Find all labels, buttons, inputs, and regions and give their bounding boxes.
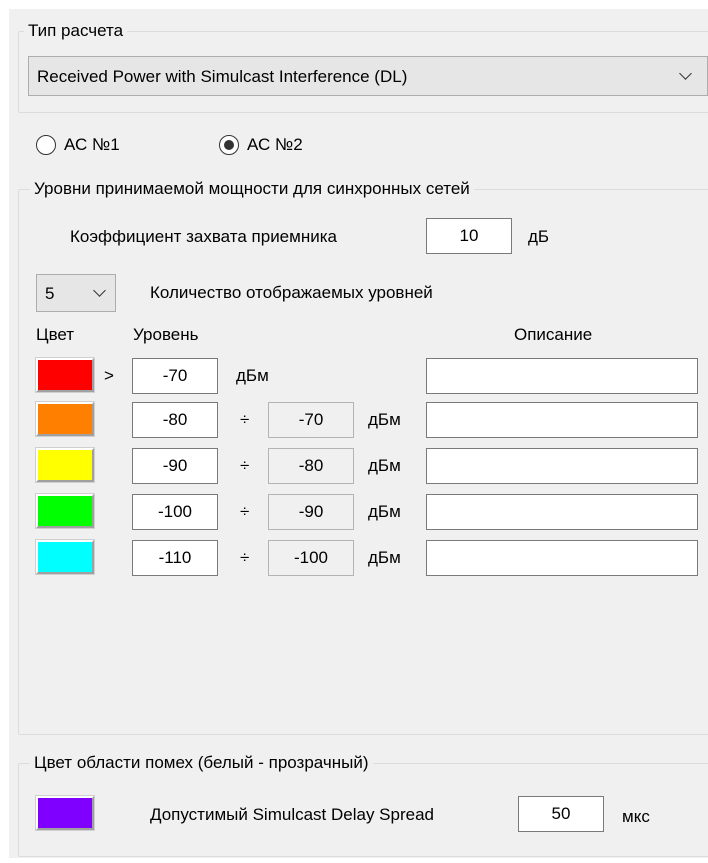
level-count-select[interactable]: 5 [36,274,116,312]
calculation-panel: Тип расчета Received Power with Simulcas… [0,0,708,863]
calc-type-select[interactable]: Received Power with Simulcast Interferen… [28,56,708,96]
level-low-input[interactable]: -90 [132,448,218,484]
calc-type-selected-value: Received Power with Simulcast Interferen… [37,67,408,86]
level-description-input[interactable] [426,448,698,484]
column-header-level: Уровень [133,325,199,344]
level-operator: ÷ [240,548,250,567]
level-color-swatch[interactable] [35,447,95,483]
delay-spread-input[interactable]: 50 [518,796,604,832]
level-high-readonly: -100 [268,540,354,576]
delay-spread-unit: мкс [622,807,650,826]
panel-bottom-edge [0,858,708,863]
level-operator: ÷ [240,410,250,429]
calc-type-legend: Тип расчета [24,21,128,41]
level-description-input[interactable] [426,358,698,394]
levels-legend: Уровни принимаемой мощности для синхронн… [30,179,474,199]
level-description-input[interactable] [426,540,698,576]
level-count-label: Количество отображаемых уровней [150,283,433,302]
capture-coefficient-input[interactable]: 10 [426,218,512,254]
column-header-description: Описание [514,325,593,344]
capture-coefficient-unit: дБ [528,227,550,246]
radio-as2-circle[interactable] [219,135,239,155]
level-operator: ÷ [240,502,250,521]
level-unit: дБм [368,502,401,521]
level-operator: ÷ [240,456,250,475]
panel-top-edge [0,0,708,9]
level-count-value: 5 [45,284,55,303]
level-low-input[interactable]: -100 [132,494,218,530]
panel-left-edge [0,0,9,863]
level-description-input[interactable] [426,402,698,438]
level-high-readonly: -90 [268,494,354,530]
radio-as1-circle[interactable] [36,135,56,155]
level-unit: дБм [368,548,401,567]
chevron-down-icon [679,67,692,80]
chevron-down-icon [93,284,106,297]
level-color-swatch[interactable] [35,401,95,437]
radio-selected-dot [224,140,234,150]
level-high-readonly: -70 [268,402,354,438]
level-color-swatch[interactable] [35,493,95,529]
interference-color-swatch[interactable] [35,795,95,831]
delay-spread-label: Допустимый Simulcast Delay Spread [150,805,434,824]
capture-coefficient-label: Коэффициент захвата приемника [70,227,337,246]
level-unit: дБм [236,366,269,385]
interference-legend: Цвет области помех (белый - прозрачный) [30,753,373,773]
level-low-input[interactable]: -80 [132,402,218,438]
level-operator: > [104,366,114,385]
level-high-readonly: -80 [268,448,354,484]
level-low-input[interactable]: -70 [132,358,218,394]
level-low-input[interactable]: -110 [132,540,218,576]
radio-as1-label[interactable]: АС №1 [64,135,120,155]
level-color-swatch[interactable] [35,539,95,575]
level-description-input[interactable] [426,494,698,530]
level-unit: дБм [368,410,401,429]
level-color-swatch[interactable] [35,357,95,393]
radio-as2-label[interactable]: АС №2 [247,135,303,155]
column-header-color: Цвет [36,325,75,344]
level-unit: дБм [368,456,401,475]
